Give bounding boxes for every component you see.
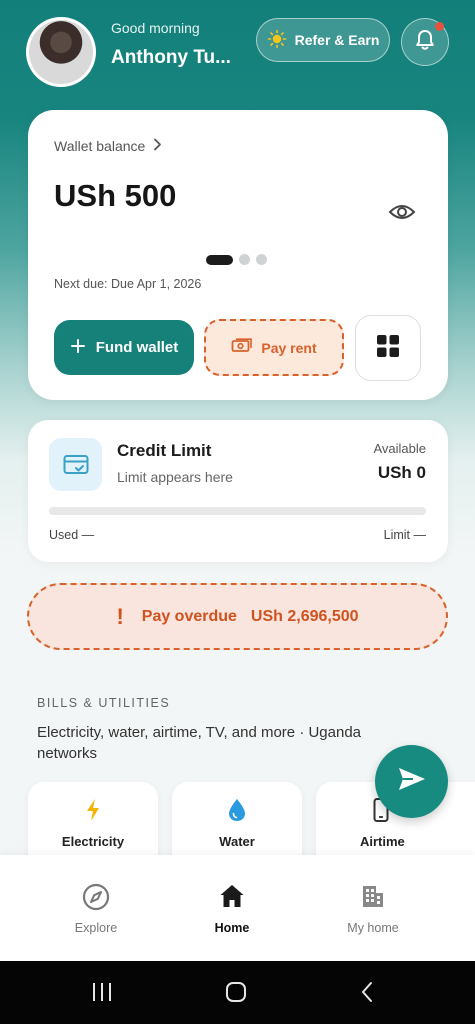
grid-icon — [376, 334, 400, 363]
building-icon — [323, 883, 423, 911]
carousel-dot-active — [206, 254, 233, 265]
bell-icon — [415, 29, 435, 56]
lightning-icon — [28, 798, 158, 822]
available-value: USh 0 — [377, 463, 426, 482]
bill-tile-label: Water — [219, 834, 255, 849]
home-button-icon[interactable] — [224, 980, 248, 1009]
greeting-text: Good morning — [111, 20, 200, 36]
credit-card-icon — [49, 438, 102, 491]
exclamation-icon: ! — [116, 603, 124, 629]
nav-item-home[interactable]: Home — [182, 883, 282, 935]
credit-limit-title: Credit Limit — [117, 441, 212, 460]
available-label: Available — [373, 441, 426, 456]
credit-limit-card[interactable]: Credit Limit Limit appears here Availabl… — [28, 420, 448, 562]
nav-item-label: Home — [214, 921, 250, 935]
eye-icon[interactable] — [388, 202, 416, 227]
notifications-button[interactable] — [401, 18, 449, 66]
sun-icon — [267, 29, 287, 52]
wallet-card: Wallet balance USh 500 Next due: Due Apr… — [28, 110, 448, 400]
refer-earn-button[interactable]: Refer & Earn — [256, 18, 390, 62]
back-icon[interactable] — [359, 980, 375, 1009]
carousel-dot — [256, 254, 267, 265]
nav-item-my-home[interactable]: My home — [323, 883, 423, 935]
wallet-balance-label: Wallet balance — [54, 138, 146, 154]
compass-icon — [46, 883, 146, 911]
avatar[interactable] — [26, 17, 96, 87]
system-navigation-bar — [0, 961, 475, 1024]
bill-tile-label: Electricity — [61, 834, 125, 849]
chevron-right-icon — [153, 138, 162, 154]
pay-overdue-label: Pay overdue — [141, 607, 237, 625]
fund-wallet-label: Fund wallet — [95, 339, 179, 356]
fund-wallet-button[interactable]: Fund wallet — [54, 320, 194, 375]
bills-description: Electricity, water, airtime, TV, and mor… — [37, 724, 362, 762]
bottom-navigation: Explore Home My home — [0, 855, 475, 961]
more-apps-button[interactable] — [355, 315, 421, 381]
refer-earn-label: Refer & Earn — [294, 32, 380, 48]
bills-heading: BILLS & UTILITIES — [37, 696, 171, 710]
send-money-fab[interactable] — [375, 745, 448, 818]
cash-icon — [231, 338, 253, 357]
nav-item-label: Explore — [74, 921, 118, 935]
bill-tile-label: Airtime — [360, 834, 405, 849]
limit-label: Limit — — [383, 528, 426, 542]
plus-icon — [70, 338, 86, 358]
recent-apps-icon[interactable] — [91, 981, 113, 1008]
notification-dot — [435, 22, 444, 31]
avatar-photo — [29, 20, 93, 84]
credit-usage-bar — [49, 507, 426, 515]
send-icon — [397, 766, 427, 797]
pay-rent-button[interactable]: Pay rent — [204, 319, 344, 376]
carousel-indicator — [206, 254, 267, 265]
used-label: Used — — [49, 528, 95, 542]
pay-overdue-amount: USh 2,696,500 — [250, 607, 359, 625]
credit-limit-subtitle: Limit appears here — [117, 469, 233, 485]
carousel-dot — [239, 254, 250, 265]
pay-rent-label: Pay rent — [261, 339, 317, 356]
nav-item-label: My home — [347, 921, 399, 935]
wallet-amount: USh 500 — [54, 178, 177, 213]
nav-item-explore[interactable]: Explore — [46, 883, 146, 935]
water-drop-icon — [172, 798, 302, 822]
home-icon — [182, 883, 282, 911]
wallet-balance-link[interactable]: Wallet balance — [54, 138, 162, 154]
next-due-text: Next due: Due Apr 1, 2026 — [54, 277, 202, 291]
pay-overdue-button[interactable]: ! Pay overdue USh 2,696,500 — [27, 583, 448, 650]
user-name: Anthony Tu... — [111, 47, 231, 68]
